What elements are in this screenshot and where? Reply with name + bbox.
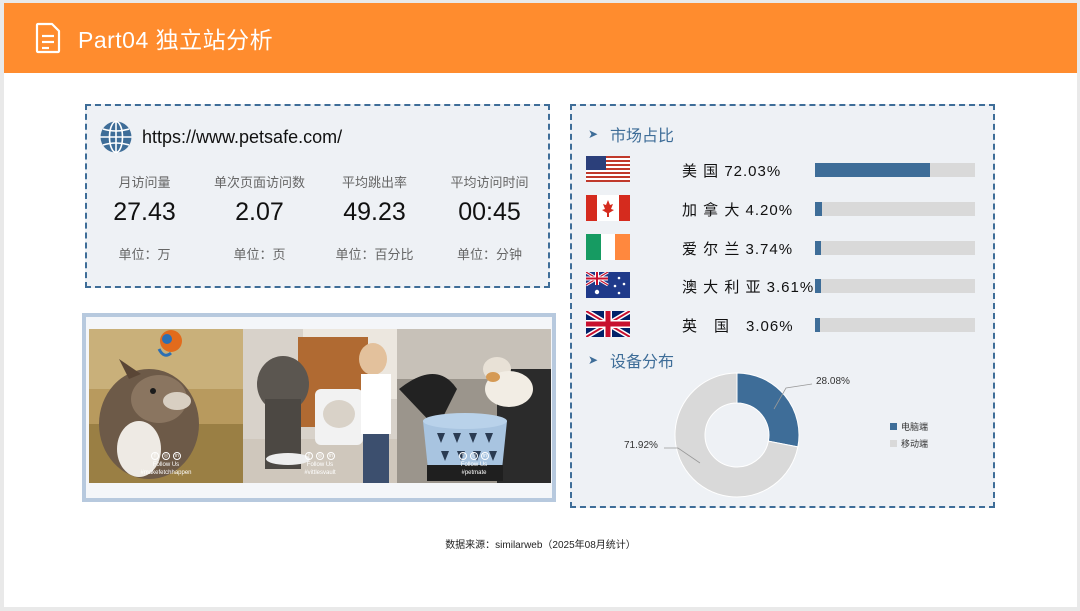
stat-value: 49.23	[343, 198, 406, 226]
website-url-row: https://www.petsafe.com/	[99, 120, 342, 154]
stat-unit: 单位：分钟	[456, 247, 522, 262]
hashtag-text: #petmate	[461, 470, 487, 476]
linkedin-icon: in	[327, 452, 335, 460]
donut-legend: 电脑端 移动端	[890, 420, 928, 454]
stat-label: 单次页面访问数	[213, 175, 305, 190]
follow-us-text: Follow Us	[152, 462, 180, 468]
stat-label: 平均访问时间	[450, 175, 529, 190]
slide: Part04 独立站分析 https://www.petsafe.com/ 月访…	[4, 3, 1077, 607]
desktop-percent-label: 28.08%	[816, 376, 850, 387]
stat-monthly-visits: 月访问量 27.43 单位：万	[87, 172, 202, 263]
legend-swatch	[890, 423, 897, 430]
stat-label: 平均跳出率	[341, 175, 407, 190]
legend-item-mobile: 移动端	[890, 437, 928, 450]
data-source-note: 数据来源：similarweb（2025年08月统计）	[445, 540, 636, 551]
leader-line-desktop	[773, 383, 813, 410]
follow-us-overlay: f ◎ in Follow Us #vittlesvault	[243, 452, 397, 477]
linkedin-icon: in	[481, 452, 489, 460]
stat-unit: 单位：百分比	[335, 247, 414, 262]
leader-line-mobile	[664, 447, 701, 464]
instagram-icon: ◎	[470, 452, 478, 460]
photo-dog-ball: f ◎ in Follow Us #makefetchhappen	[89, 329, 243, 483]
instagram-icon: ◎	[162, 452, 170, 460]
photo-strip: f ◎ in Follow Us #makefetchhappen f ◎ in…	[89, 329, 552, 483]
market-panel: ➤ 市场占比 美 国 72.03% 加 拿 大 4.20% 爱 尔 兰 3.74…	[570, 104, 995, 508]
photo-dog-feeder: f ◎ in Follow Us #vittlesvault	[243, 329, 397, 483]
photos-panel: f ◎ in Follow Us #makefetchhappen f ◎ in…	[82, 313, 556, 502]
stat-value: 27.43	[113, 198, 176, 226]
linkedin-icon: in	[173, 452, 181, 460]
facebook-icon: f	[305, 452, 313, 460]
stats-row: 月访问量 27.43 单位：万 单次页面访问数 2.07 单位：页 平均跳出率 …	[87, 172, 548, 263]
website-url[interactable]: https://www.petsafe.com/	[142, 127, 342, 148]
stat-unit: 单位：万	[118, 247, 171, 262]
legend-swatch	[890, 440, 897, 447]
follow-us-overlay: f ◎ in Follow Us #petmate	[397, 452, 551, 477]
facebook-icon: f	[151, 452, 159, 460]
document-icon	[35, 22, 61, 54]
legend-item-desktop: 电脑端	[890, 420, 928, 433]
stat-unit: 单位：页	[233, 247, 286, 262]
globe-icon	[100, 120, 132, 154]
header-bar: Part04 独立站分析	[4, 3, 1077, 73]
mobile-percent-label: 71.92%	[624, 440, 658, 451]
facebook-icon: f	[459, 452, 467, 460]
stat-value: 2.07	[235, 198, 284, 226]
photo-cat-carrier: f ◎ in Follow Us #petmate	[397, 329, 551, 483]
legend-label: 移动端	[901, 439, 929, 449]
follow-us-overlay: f ◎ in Follow Us #makefetchhappen	[89, 452, 243, 477]
hashtag-text: #makefetchhappen	[140, 470, 192, 476]
instagram-icon: ◎	[316, 452, 324, 460]
stat-visit-duration: 平均访问时间 00:45 单位：分钟	[432, 172, 547, 263]
stat-bounce-rate: 平均跳出率 49.23 单位：百分比	[317, 172, 432, 263]
hashtag-text: #vittlesvault	[304, 470, 336, 476]
page-title: Part04 独立站分析	[78, 27, 274, 53]
website-stats-panel: https://www.petsafe.com/ 月访问量 27.43 单位：万…	[85, 104, 550, 288]
follow-us-text: Follow Us	[460, 462, 488, 468]
stat-pages-per-visit: 单次页面访问数 2.07 单位：页	[202, 172, 317, 263]
stat-value: 00:45	[458, 198, 521, 226]
follow-us-text: Follow Us	[306, 462, 334, 468]
stat-label: 月访问量	[118, 175, 171, 190]
legend-label: 电脑端	[901, 422, 929, 432]
